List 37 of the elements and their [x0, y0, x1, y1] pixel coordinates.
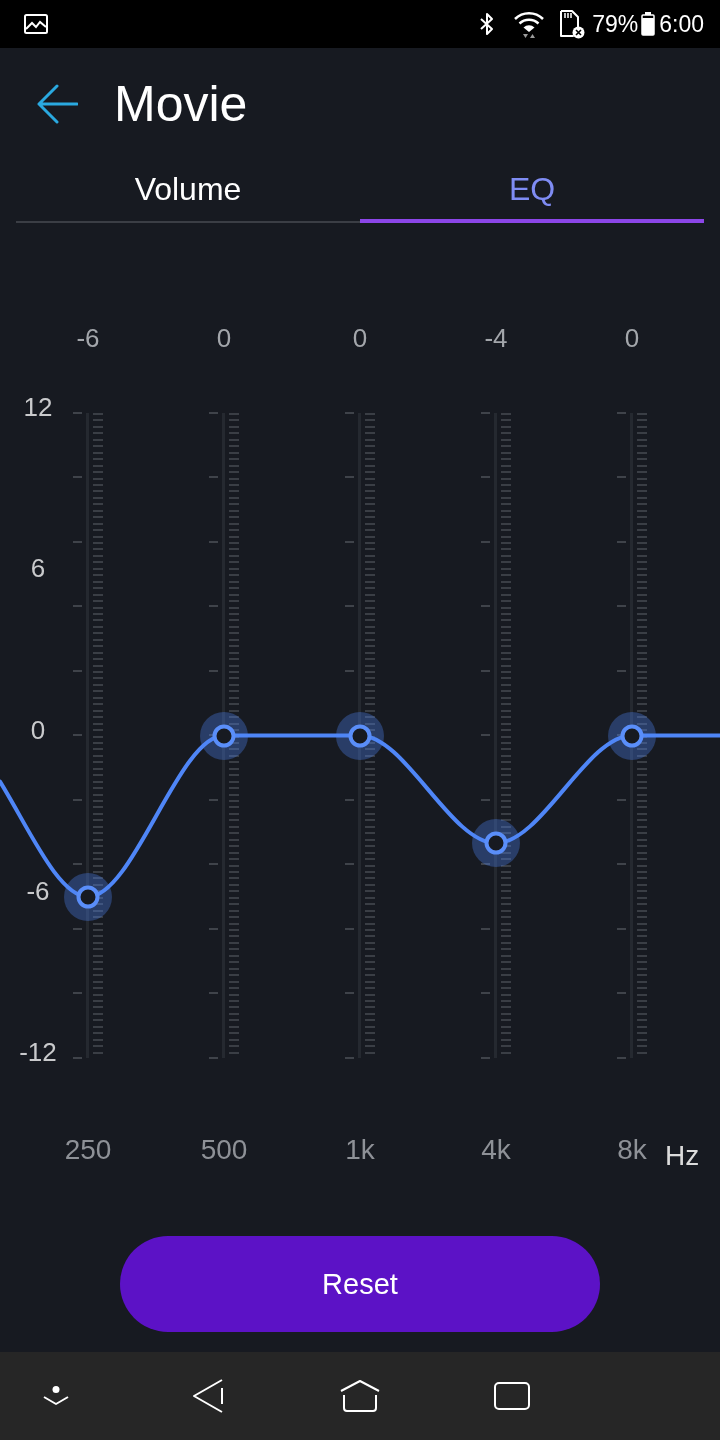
slider-thumb[interactable] — [200, 711, 248, 760]
band-value: -6 — [75, 322, 101, 355]
reset-button[interactable]: Reset — [120, 1236, 600, 1332]
frequency-label: 8k — [616, 1133, 648, 1167]
frequency-label: 4k — [480, 1133, 512, 1167]
bluetooth-icon — [479, 11, 496, 37]
image-icon — [24, 14, 48, 34]
back-button[interactable] — [36, 84, 78, 124]
slider-thumb[interactable] — [64, 872, 112, 921]
back-icon — [192, 1379, 224, 1413]
slider-thumb[interactable] — [336, 711, 384, 760]
recent-apps-icon — [494, 1382, 530, 1410]
battery-icon — [641, 12, 656, 36]
tab[interactable]: EQ — [360, 160, 704, 223]
band-value: 0 — [351, 322, 369, 355]
band-value: 0 — [215, 322, 233, 355]
band-value: 0 — [623, 322, 641, 355]
scale-label: 6 — [29, 554, 47, 583]
scale-label: 12 — [22, 393, 54, 421]
home-icon — [340, 1380, 380, 1412]
chevron-dot-icon — [43, 1386, 69, 1406]
status-time: 6:00 — [659, 10, 704, 38]
page-title: Movie — [114, 75, 248, 134]
band-value: -4 — [483, 322, 509, 355]
frequency-label: 250 — [64, 1133, 112, 1167]
battery-percent: 79% — [592, 10, 639, 38]
unit-label: Hz — [665, 1139, 700, 1173]
scale-label: 0 — [29, 715, 47, 744]
scale-label: -12 — [18, 1038, 58, 1066]
back-arrow-icon — [36, 84, 78, 124]
scale-label: -6 — [25, 876, 51, 905]
tab[interactable]: Volume — [16, 160, 360, 223]
frequency-label: 1k — [344, 1133, 376, 1167]
wifi-icon — [513, 9, 546, 39]
slider-thumb[interactable] — [608, 711, 656, 760]
frequency-label: 500 — [200, 1133, 248, 1167]
slider-thumb[interactable] — [472, 819, 520, 868]
